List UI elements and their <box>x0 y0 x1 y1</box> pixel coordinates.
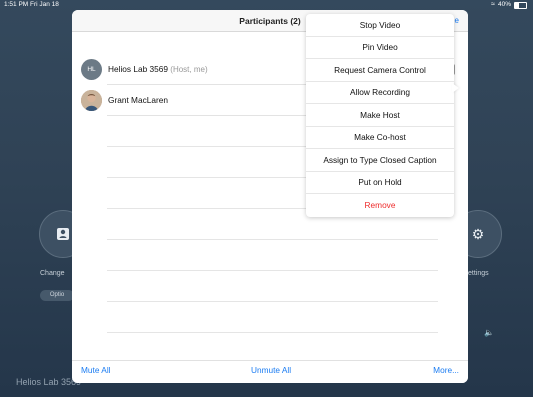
menu-pointer <box>452 83 459 93</box>
participants-footer: Mute All Unmute All More... <box>72 360 468 383</box>
participant-context-menu: Stop Video Pin Video Request Camera Cont… <box>306 14 454 217</box>
avatar-initials: HL <box>81 59 102 80</box>
status-right: ≈ 40% <box>491 0 527 10</box>
gear-icon: ⚙ <box>471 226 485 242</box>
participants-title: Participants (2) <box>239 15 301 26</box>
battery-percent: 40% <box>497 1 511 8</box>
options-pill-fragment[interactable]: Optio <box>40 290 74 301</box>
menu-item-assign-closed-caption[interactable]: Assign to Type Closed Caption <box>306 149 454 172</box>
menu-item-make-cohost[interactable]: Make Co-host <box>306 127 454 149</box>
change-label-fragment: Change <box>40 270 65 277</box>
menu-item-request-camera-control[interactable]: Request Camera Control <box>306 59 454 82</box>
menu-item-put-on-hold[interactable]: Put on Hold <box>306 172 454 194</box>
empty-row-divider <box>107 270 438 271</box>
menu-item-allow-recording[interactable]: Allow Recording <box>306 82 454 104</box>
person-icon <box>57 228 69 240</box>
battery-icon <box>514 1 527 9</box>
participant-name: Grant MacLaren <box>108 95 168 105</box>
unmute-all-button[interactable]: Unmute All <box>251 365 291 375</box>
mute-all-button[interactable]: Mute All <box>81 365 111 375</box>
empty-row-divider <box>107 332 438 333</box>
menu-item-stop-video[interactable]: Stop Video <box>306 14 454 37</box>
more-button[interactable]: More... <box>433 365 459 375</box>
avatar-photo <box>81 90 102 111</box>
menu-item-remove[interactable]: Remove <box>306 194 454 217</box>
header-action-fragment[interactable]: e <box>455 16 459 25</box>
speaker-icon[interactable]: 🔈 <box>484 328 494 337</box>
empty-row-divider <box>107 301 438 302</box>
participant-name-line: Grant MacLaren <box>108 95 168 105</box>
menu-item-make-host[interactable]: Make Host <box>306 104 454 127</box>
participant-role: (Host, me) <box>170 65 208 74</box>
participant-name-line: Helios Lab 3569 (Host, me) <box>108 64 208 74</box>
settings-label-fragment: ettings <box>468 270 489 277</box>
participant-name: Helios Lab 3569 <box>108 64 168 74</box>
avatar-photo-art <box>81 90 102 111</box>
status-bar: 1:51 PM Fri Jan 18 ≈ 40% <box>0 0 533 10</box>
menu-item-pin-video[interactable]: Pin Video <box>306 37 454 59</box>
status-time-date: 1:51 PM Fri Jan 18 <box>4 1 59 8</box>
empty-row-divider <box>107 239 438 240</box>
wifi-icon: ≈ <box>491 1 495 8</box>
